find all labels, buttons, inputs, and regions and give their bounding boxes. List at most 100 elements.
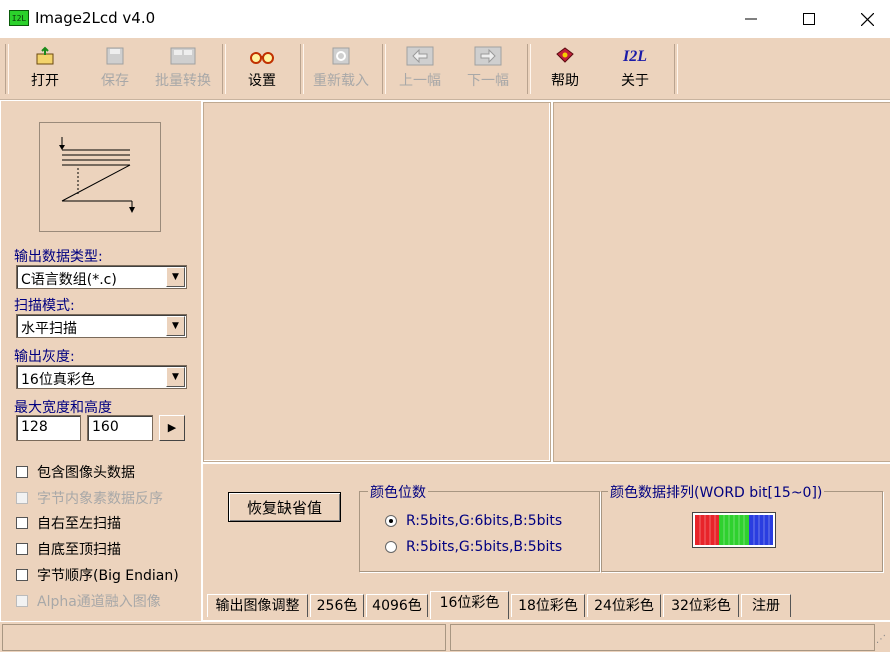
window-title: Image2Lcd v4.0 (35, 9, 156, 27)
output-gray-value: 16位真彩色 (21, 372, 95, 388)
tab-4096-color[interactable]: 4096色 (366, 594, 428, 617)
next-image-button[interactable]: 下一幅 (460, 46, 516, 92)
settings-label: 设置 (248, 73, 276, 89)
glasses-icon (237, 46, 287, 68)
radio-555-label: R:5bits,G:5bits,B:5bits (406, 539, 563, 555)
minimize-button[interactable] (722, 0, 780, 38)
scan-mode-label: 扫描模式: (14, 298, 75, 314)
tab-256-color[interactable]: 256色 (310, 594, 364, 617)
checkbox-big-endian[interactable]: 字节顺序(Big Endian) (16, 565, 179, 585)
app-icon: I2L (9, 10, 29, 26)
resize-grip-icon[interactable]: ⋰ (876, 634, 888, 648)
maximize-button[interactable] (780, 0, 838, 38)
max-size-label: 最大宽度和高度 (14, 400, 112, 416)
color-bits-group: 颜色位数 (359, 482, 600, 572)
chevron-down-icon[interactable]: ▼ (166, 367, 185, 387)
batch-convert-icon (150, 46, 216, 68)
open-button[interactable]: 打开 (20, 46, 70, 92)
toolbar-separator (527, 44, 531, 94)
checkbox-label: 包含图像头数据 (37, 465, 135, 481)
minimize-icon (745, 18, 757, 20)
output-type-select[interactable]: C语言数组(*.c) ▼ (16, 265, 187, 289)
toolbar-separator (382, 44, 386, 94)
toolbar-separator (300, 44, 304, 94)
color-arrangement-title: 颜色数据排列(WORD bit[15~0]) (608, 482, 825, 502)
checkbox-reverse-pixel-order[interactable]: 字节内象素数据反序 (16, 488, 163, 508)
source-image-pane (203, 102, 551, 462)
help-book-icon (540, 46, 590, 68)
next-label: 下一幅 (467, 73, 509, 89)
toolbar: 打开 保存 批量转换 设置 重新载入 上一幅 下一幅 帮助 I2L 关于 (0, 38, 890, 100)
checkbox-box[interactable] (16, 492, 28, 504)
output-type-label: 输出数据类型: (14, 249, 103, 265)
checkbox-label: 字节内象素数据反序 (37, 491, 163, 507)
title-bar: I2L Image2Lcd v4.0 (0, 0, 890, 38)
chevron-down-icon[interactable]: ▼ (166, 316, 185, 336)
batch-convert-button[interactable]: 批量转换 (150, 46, 216, 92)
tab-18bit-color[interactable]: 18位彩色 (511, 594, 585, 617)
i2l-logo-icon: I2L (623, 48, 647, 65)
tab-16bit-color[interactable]: 16位彩色 (430, 591, 509, 619)
reload-button[interactable]: 重新载入 (308, 46, 374, 92)
checkbox-label: 自右至左扫描 (37, 516, 121, 532)
previous-image-button[interactable]: 上一幅 (392, 46, 448, 92)
scan-direction-diagram (59, 137, 135, 213)
output-type-value: C语言数组(*.c) (21, 272, 117, 288)
checkbox-box[interactable] (16, 543, 28, 555)
arrow-left-icon (392, 46, 448, 68)
open-folder-icon (20, 46, 70, 68)
toolbar-separator (674, 44, 678, 94)
save-button[interactable]: 保存 (90, 46, 140, 92)
tab-register[interactable]: 注册 (741, 594, 791, 617)
rgb-bits-graphic (695, 515, 773, 545)
about-button[interactable]: I2L 关于 (610, 46, 660, 92)
radio-565[interactable]: R:5bits,G:6bits,B:5bits (385, 513, 562, 529)
batch-convert-label: 批量转换 (155, 73, 211, 89)
checkbox-bottom-to-top[interactable]: 自底至顶扫描 (16, 539, 121, 559)
scan-mode-select[interactable]: 水平扫描 ▼ (16, 314, 187, 338)
max-height-input[interactable]: 160 (87, 415, 153, 441)
checkbox-box[interactable] (16, 517, 28, 529)
tab-32bit-color[interactable]: 32位彩色 (663, 594, 739, 617)
radio-565-label: R:5bits,G:6bits,B:5bits (406, 513, 563, 529)
close-icon (860, 12, 874, 26)
reload-label: 重新载入 (313, 73, 369, 89)
tab-output-adjust[interactable]: 输出图像调整 (207, 594, 308, 617)
apply-size-button[interactable]: ▶ (159, 415, 185, 441)
checkbox-label: 自底至顶扫描 (37, 542, 121, 558)
rgb-bit-arrangement-bar (692, 512, 776, 548)
checkbox-box[interactable] (16, 466, 28, 478)
radio-555[interactable]: R:5bits,G:5bits,B:5bits (385, 539, 562, 555)
toolbar-grip (5, 44, 9, 94)
about-label: 关于 (621, 73, 649, 89)
max-width-input[interactable]: 128 (16, 415, 81, 441)
chevron-down-icon[interactable]: ▼ (166, 267, 185, 287)
restore-defaults-button[interactable]: 恢复缺省值 (228, 492, 341, 522)
reload-icon (308, 46, 374, 68)
status-pane-left (2, 624, 446, 651)
checkbox-box[interactable] (16, 569, 28, 581)
previous-label: 上一幅 (399, 73, 441, 89)
close-button[interactable] (838, 0, 890, 38)
help-button[interactable]: 帮助 (540, 46, 590, 92)
output-image-pane (553, 102, 890, 462)
checkbox-right-to-left[interactable]: 自右至左扫描 (16, 513, 121, 533)
open-label: 打开 (31, 73, 59, 89)
checkbox-label: 字节顺序(Big Endian) (37, 568, 179, 584)
checkbox-alpha-blend[interactable]: Alpha通道融入图像 (16, 591, 161, 611)
scan-mode-value: 水平扫描 (21, 321, 77, 337)
tab-24bit-color[interactable]: 24位彩色 (587, 594, 661, 617)
help-label: 帮助 (551, 73, 579, 89)
settings-button[interactable]: 设置 (237, 46, 287, 92)
output-gray-label: 输出灰度: (14, 349, 75, 365)
radio-dot[interactable] (385, 515, 397, 527)
checkbox-box[interactable] (16, 595, 28, 607)
checkbox-include-header[interactable]: 包含图像头数据 (16, 462, 135, 482)
radio-dot[interactable] (385, 541, 397, 553)
save-disk-icon (90, 46, 140, 68)
output-gray-select[interactable]: 16位真彩色 ▼ (16, 365, 187, 389)
play-arrow-icon: ▶ (167, 421, 177, 434)
scan-mode-preview (39, 122, 161, 232)
toolbar-separator (222, 44, 226, 94)
save-label: 保存 (101, 73, 129, 89)
